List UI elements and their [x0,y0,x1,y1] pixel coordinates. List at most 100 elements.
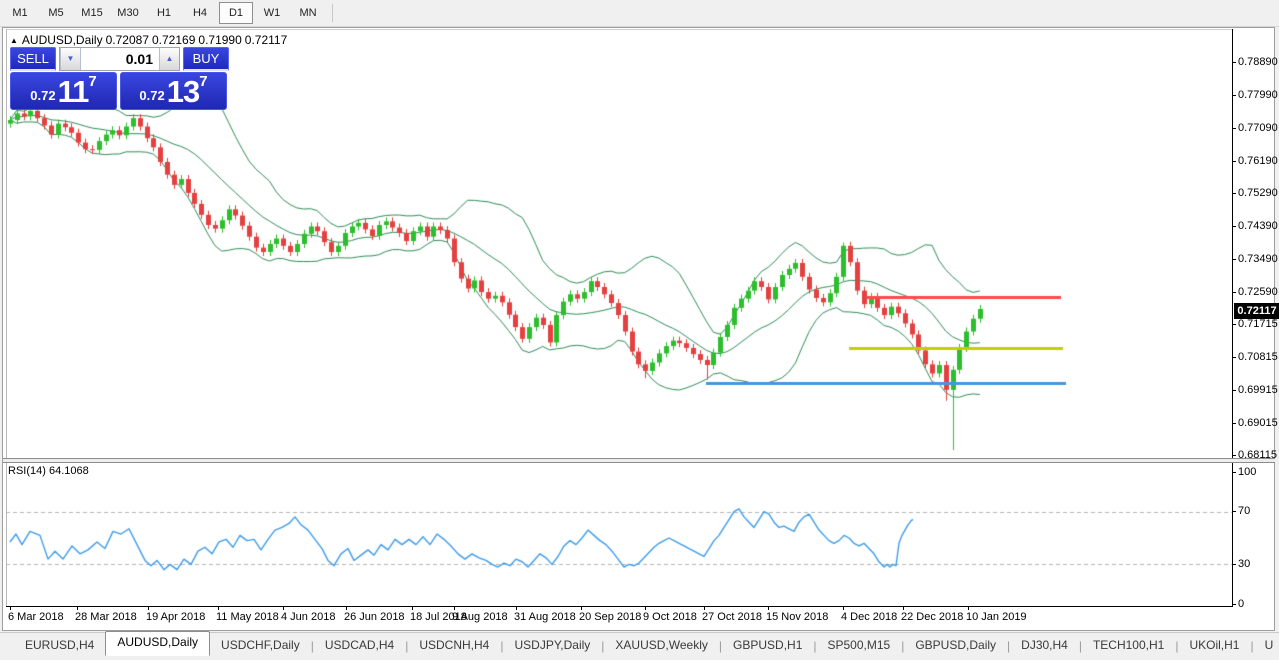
price-axis-label: 0.74390 [1238,220,1278,232]
date-axis-label: 27 Oct 2018 [702,611,762,623]
date-axis-label: 26 Jun 2018 [344,611,405,623]
buy-price-prefix: 0.72 [139,88,165,103]
ohlc-high: 0.72169 [152,33,196,47]
price-axis-label: 0.72590 [1238,286,1278,298]
toolbar-separator [332,4,333,22]
timeframe-button-h1[interactable]: H1 [147,2,181,24]
sell-price-tile[interactable]: 0.72 11 7 [10,72,117,110]
current-price-tag: 0.72117 [1234,303,1279,319]
price-axis-label: 0.69915 [1238,384,1278,396]
price-axis-label: 0.75290 [1238,187,1278,199]
rsi-axis-label: 100 [1238,466,1257,478]
chart-tab-usdjpy-daily[interactable]: USDJPY,Daily [503,635,601,656]
buy-price-pip: 7 [199,73,208,90]
chart-tab-gbpusd-daily[interactable]: GBPUSD,Daily [904,635,1007,656]
chart-tab-eurusd-h4[interactable]: EURUSD,H4 [14,635,105,656]
timeframe-button-m15[interactable]: M15 [75,2,109,24]
price-axis-label: 0.76190 [1238,155,1278,167]
date-axis-tick [704,607,705,610]
indicator-splitter[interactable] [3,458,1275,463]
sell-button[interactable]: SELL [10,47,56,71]
date-axis-tick [454,607,455,610]
date-axis-label: 11 May 2018 [216,611,279,623]
ohlc-open: 0.72087 [105,33,149,47]
timeframe-button-m5[interactable]: M5 [39,2,73,24]
chart-tab-gbpusd-h1[interactable]: GBPUSD,H1 [722,635,813,656]
price-axis-tick [1232,128,1236,129]
ohlc-low: 0.71990 [198,33,242,47]
price-axis-tick [1232,161,1236,162]
timeframe-button-m30[interactable]: M30 [111,2,145,24]
price-axis-tick [1232,292,1236,293]
price-axis-tick [1232,390,1236,391]
status-strip [0,656,1279,660]
buy-button[interactable]: BUY [183,47,229,71]
chart-tab-xauusd-weekly[interactable]: XAUUSD,Weekly [604,635,718,656]
volume-stepper: ▼ ▲ [59,47,180,71]
price-axis-label: 0.77990 [1238,89,1278,101]
price-axis-label: 0.68115 [1238,449,1277,461]
one-click-panel-toggle[interactable]: ▲ [10,36,18,45]
price-axis-tick [1232,357,1236,358]
date-axis-label: 10 Jan 2019 [966,611,1027,623]
price-axis-tick [1232,62,1236,63]
timeframe-button-d1[interactable]: D1 [219,2,253,24]
chart-tab-u[interactable]: U [1254,635,1279,656]
plot-left-border [6,29,7,607]
volume-increase-icon[interactable]: ▲ [159,48,179,70]
timeframe-button-mn[interactable]: MN [291,2,325,24]
chart-tab-bar: EURUSD,H4 AUDUSD,Daily USDCHF,Daily | USDCAD… [0,631,1279,656]
rsi-chart-canvas[interactable] [6,462,1232,606]
chart-tab-usdchf-daily[interactable]: USDCHF,Daily [210,635,311,656]
date-axis-label: 9 Aug 2018 [452,611,508,623]
date-axis-label: 19 Apr 2018 [146,611,206,623]
timeframe-button-w1[interactable]: W1 [255,2,289,24]
price-axis-label: 0.69015 [1238,417,1278,429]
time-axis-line [6,606,1233,607]
chart-tab-audusd-daily[interactable]: AUDUSD,Daily [105,631,211,656]
date-axis-label: 4 Dec 2018 [841,611,898,623]
date-axis-tick [581,607,582,610]
buy-price-tile[interactable]: 0.72 13 7 [120,72,227,110]
chart-tab-tech100-h1[interactable]: TECH100,H1 [1082,635,1175,656]
rsi-axis-tick [1232,472,1236,473]
date-axis-label: 15 Nov 2018 [766,611,829,623]
date-axis-tick [77,607,78,610]
one-click-trade-panel: SELL ▼ ▲ BUY 0.72 11 7 0.72 13 7 [10,47,229,113]
date-axis-tick [903,607,904,610]
timeframe-button-h4[interactable]: H4 [183,2,217,24]
chart-symbol-label: AUDUSD,Daily [21,33,103,47]
chart-tab-usdcnh-h4[interactable]: USDCNH,H4 [408,635,500,656]
date-axis-label: 4 Jun 2018 [281,611,336,623]
date-axis-tick [283,607,284,610]
date-axis-tick [843,607,844,610]
rsi-indicator-label: RSI(14) 64.1068 [8,465,89,477]
date-axis-tick [968,607,969,610]
chart-tab-sp500-m15[interactable]: SP500,M15 [817,635,902,656]
volume-input[interactable] [81,48,159,70]
rsi-axis-tick [1232,511,1236,512]
rsi-axis-label: 70 [1238,505,1251,517]
terminal-window: M1 M5 M15 M30 H1 H4 D1 W1 MN ▲ AUDUSD,Daily 0.7208… [0,0,1279,660]
chart-tab-dj30-h4[interactable]: DJ30,H4 [1010,635,1079,656]
sell-price-pip: 7 [88,73,97,90]
date-axis-label: 28 Mar 2018 [75,611,137,623]
price-axis-label: 0.71715 [1238,318,1278,330]
rsi-axis-label: 0 [1238,598,1245,610]
chart-tab-usdcad-h4[interactable]: USDCAD,H4 [314,635,405,656]
timeframe-toolbar: M1 M5 M15 M30 H1 H4 D1 W1 MN [0,0,1279,27]
buy-price-big: 13 [166,74,200,109]
chart-title: ▲ AUDUSD,Daily 0.72087 0.72169 0.71990 0.7211… [10,33,290,47]
date-axis-label: 22 Dec 2018 [901,611,964,623]
date-axis-label: 6 Mar 2018 [8,611,64,623]
date-axis-label: 31 Aug 2018 [514,611,576,623]
price-axis-tick [1232,455,1236,456]
chart-tab-ukoil-h1[interactable]: UKOil,H1 [1178,635,1250,656]
price-axis-tick [1232,259,1236,260]
date-axis-tick [10,607,11,610]
date-axis-tick [148,607,149,610]
volume-decrease-icon[interactable]: ▼ [60,48,81,70]
timeframe-button-m1[interactable]: M1 [3,2,37,24]
date-axis-label: 9 Oct 2018 [643,611,697,623]
rsi-axis-tick [1232,564,1236,565]
